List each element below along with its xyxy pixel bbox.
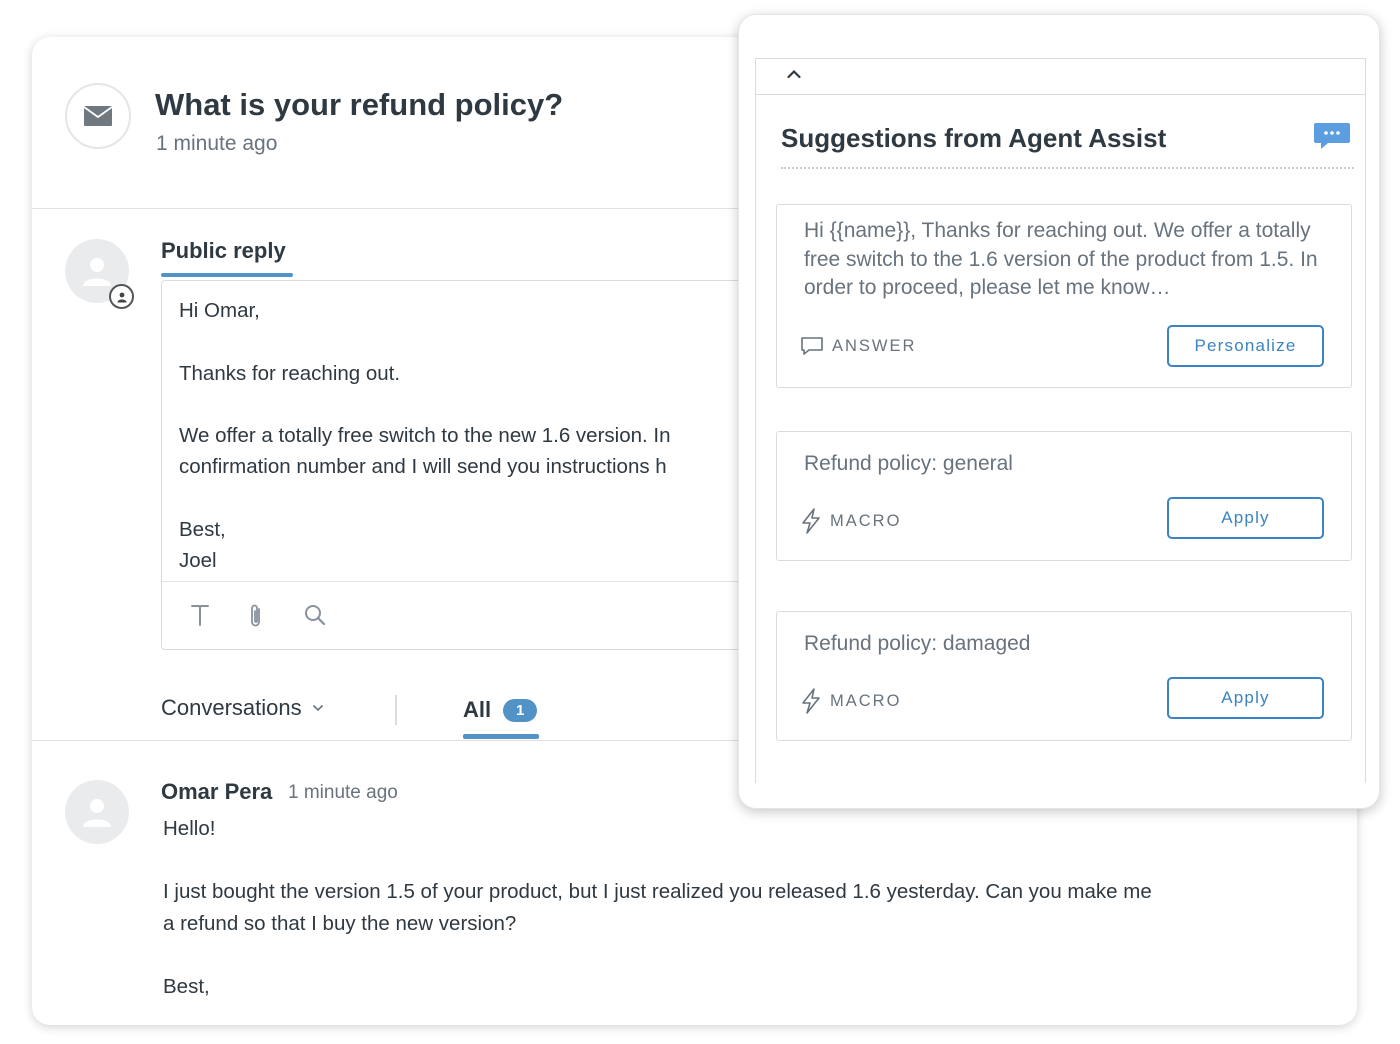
lightning-icon bbox=[802, 688, 820, 714]
message-line: Best, bbox=[163, 974, 210, 998]
suggestion-type: MACRO bbox=[800, 508, 901, 534]
suggestion-title: Refund policy: general bbox=[804, 452, 1013, 475]
chat-bubble-icon[interactable] bbox=[1313, 122, 1351, 150]
title-divider bbox=[781, 167, 1354, 169]
suggestion-type: MACRO bbox=[800, 688, 901, 714]
conversations-dropdown[interactable]: Conversations bbox=[161, 695, 324, 721]
message-line: a refund so that I buy the new version? bbox=[163, 911, 517, 935]
collapse-bar[interactable] bbox=[756, 59, 1365, 95]
chevron-down-icon bbox=[312, 704, 323, 712]
divider bbox=[395, 695, 397, 725]
agent-assist-content: Suggestions from Agent Assist Hi {{name}… bbox=[755, 58, 1366, 783]
person-icon bbox=[83, 799, 111, 827]
ticket-time: 1 minute ago bbox=[156, 132, 278, 155]
assist-title: Suggestions from Agent Assist bbox=[781, 123, 1167, 153]
public-reply-tab-indicator bbox=[161, 273, 293, 277]
suggestion-type-label: ANSWER bbox=[832, 336, 917, 355]
suggestion-type-label: MACRO bbox=[830, 511, 902, 530]
suggestion-card-macro-general[interactable]: Refund policy: general MACRO Apply bbox=[776, 431, 1352, 561]
suggestion-text: Hi {{name}}, Thanks for reaching out. We… bbox=[804, 217, 1334, 303]
conversations-label: Conversations bbox=[161, 695, 302, 720]
text-format-icon[interactable] bbox=[190, 603, 210, 627]
suggestion-answer-text: Hi {{name}}, Thanks for reaching out. We… bbox=[804, 219, 1318, 299]
suggestion-type-label: MACRO bbox=[830, 691, 902, 710]
message-line: I just bought the version 1.5 of your pr… bbox=[163, 880, 1152, 904]
lightning-icon bbox=[802, 508, 820, 534]
public-reply-tab[interactable]: Public reply bbox=[161, 238, 286, 264]
count-badge: 1 bbox=[503, 698, 538, 722]
message-line: Hello! bbox=[163, 817, 216, 840]
search-icon[interactable] bbox=[303, 603, 327, 627]
suggestion-title: Refund policy: damaged bbox=[804, 632, 1031, 655]
suggestion-card-answer[interactable]: Hi {{name}}, Thanks for reaching out. We… bbox=[776, 204, 1352, 388]
message-body: Hello! I just bought the version 1.5 of … bbox=[163, 813, 1313, 1003]
person-icon bbox=[83, 258, 111, 286]
tab-all-label: All bbox=[463, 697, 492, 722]
suggestion-type: ANSWER bbox=[800, 336, 916, 356]
message-line bbox=[163, 939, 1313, 971]
personalize-button[interactable]: Personalize bbox=[1167, 325, 1324, 367]
tab-all-indicator bbox=[463, 734, 539, 739]
user-circle-icon bbox=[117, 292, 126, 302]
message-author[interactable]: Omar Pera bbox=[161, 779, 272, 805]
speech-bubble-icon bbox=[801, 337, 823, 355]
envelope-icon bbox=[83, 106, 113, 126]
ticket-title: What is your refund policy? bbox=[155, 87, 564, 122]
agent-role-badge bbox=[109, 284, 134, 309]
tab-all[interactable]: All 1 bbox=[463, 697, 538, 723]
customer-avatar bbox=[65, 780, 129, 844]
suggestion-card-macro-damaged[interactable]: Refund policy: damaged MACRO Apply bbox=[776, 611, 1352, 741]
chevron-up-icon[interactable] bbox=[786, 68, 802, 80]
channel-badge bbox=[65, 83, 131, 149]
apply-button[interactable]: Apply bbox=[1167, 497, 1324, 539]
agent-assist-panel: Suggestions from Agent Assist Hi {{name}… bbox=[738, 14, 1380, 809]
apply-button[interactable]: Apply bbox=[1167, 677, 1324, 719]
message-time: 1 minute ago bbox=[288, 782, 398, 803]
paperclip-icon[interactable] bbox=[246, 603, 266, 629]
message-line bbox=[163, 845, 1313, 877]
